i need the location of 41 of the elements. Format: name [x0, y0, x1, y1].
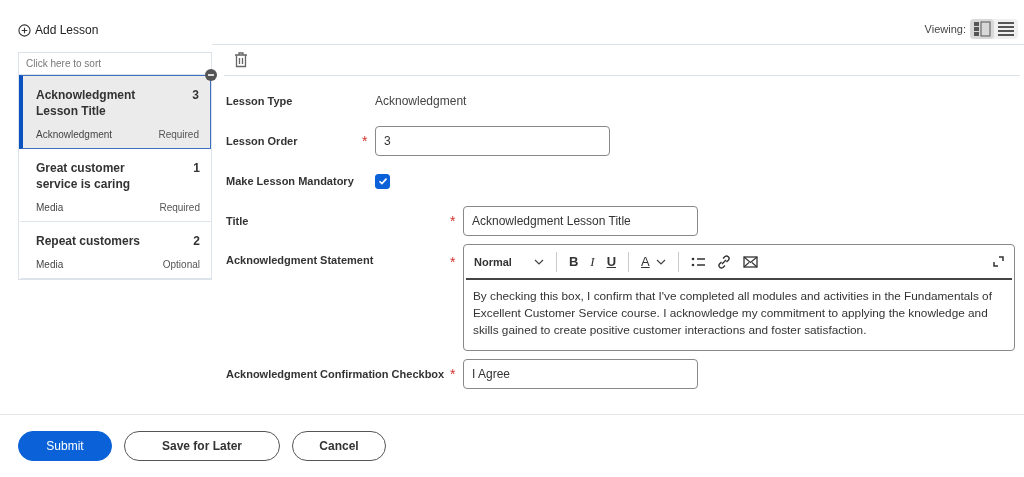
envelope-icon[interactable] [742, 255, 758, 268]
expand-icon[interactable] [993, 256, 1004, 267]
text-color-button[interactable]: A [641, 254, 666, 269]
lesson-type-value: Acknowledgment [375, 94, 467, 108]
required-mark: * [450, 213, 456, 229]
submit-button[interactable]: Submit [18, 431, 112, 461]
bold-button[interactable]: B [568, 254, 579, 269]
lesson-item[interactable]: Repeat customers 2 Media Optional [19, 222, 211, 279]
split-view-button[interactable] [970, 19, 994, 39]
secondary-button[interactable]: Save for Later [124, 431, 280, 461]
secondary-button[interactable]: Cancel [292, 431, 386, 461]
required-mark: * [450, 366, 456, 382]
field-label: Lesson Type [226, 95, 294, 107]
bullet-list-icon[interactable] [690, 255, 705, 268]
chevron-down-icon [655, 258, 666, 265]
remove-icon[interactable] [205, 69, 217, 81]
required-mark: * [450, 254, 456, 270]
check-icon [376, 175, 389, 187]
required-mark: * [362, 133, 368, 149]
field-label: Acknowledgment Statement [226, 254, 375, 266]
lesson-order-field[interactable]: 3 [375, 126, 610, 156]
italic-button[interactable]: I [590, 253, 595, 270]
viewing-label: Viewing: [924, 23, 966, 35]
field-label: Lesson Order [226, 135, 299, 147]
statement-text: By checking this box, I confirm that I've completed all modules and activities in the Fundamentals of Excellent Customer Service course. I acknowledge my commitment to applying the knowledge and skills gained to create positive customer interactions and foster satisfaction. [472, 288, 993, 339]
trash-icon[interactable] [234, 52, 248, 68]
underline-button[interactable]: U [606, 254, 617, 269]
chevron-down-icon [533, 258, 544, 265]
add-lesson-button[interactable]: Add Lesson [18, 23, 99, 37]
rich-text-editor[interactable] [463, 244, 1015, 351]
mandatory-checkbox[interactable] [375, 173, 390, 189]
link-icon[interactable] [716, 254, 731, 269]
title-field[interactable]: Acknowledgment Lesson Title [463, 206, 698, 236]
lesson-item[interactable]: Acknowledgment Lesson Title 3 Acknowledgment Required [19, 75, 211, 149]
lesson-item[interactable]: Great customer service is caring 1 Media Required [19, 149, 211, 222]
plus-circle-icon [18, 23, 31, 37]
field-label: Acknowledgment Confirmation Checkbox [226, 368, 446, 380]
field-label: Make Lesson Mandatory [226, 175, 355, 187]
confirmation-field[interactable]: I Agree [463, 359, 698, 389]
field-label: Title [226, 215, 250, 227]
style-dropdown[interactable]: Normal [474, 255, 544, 268]
